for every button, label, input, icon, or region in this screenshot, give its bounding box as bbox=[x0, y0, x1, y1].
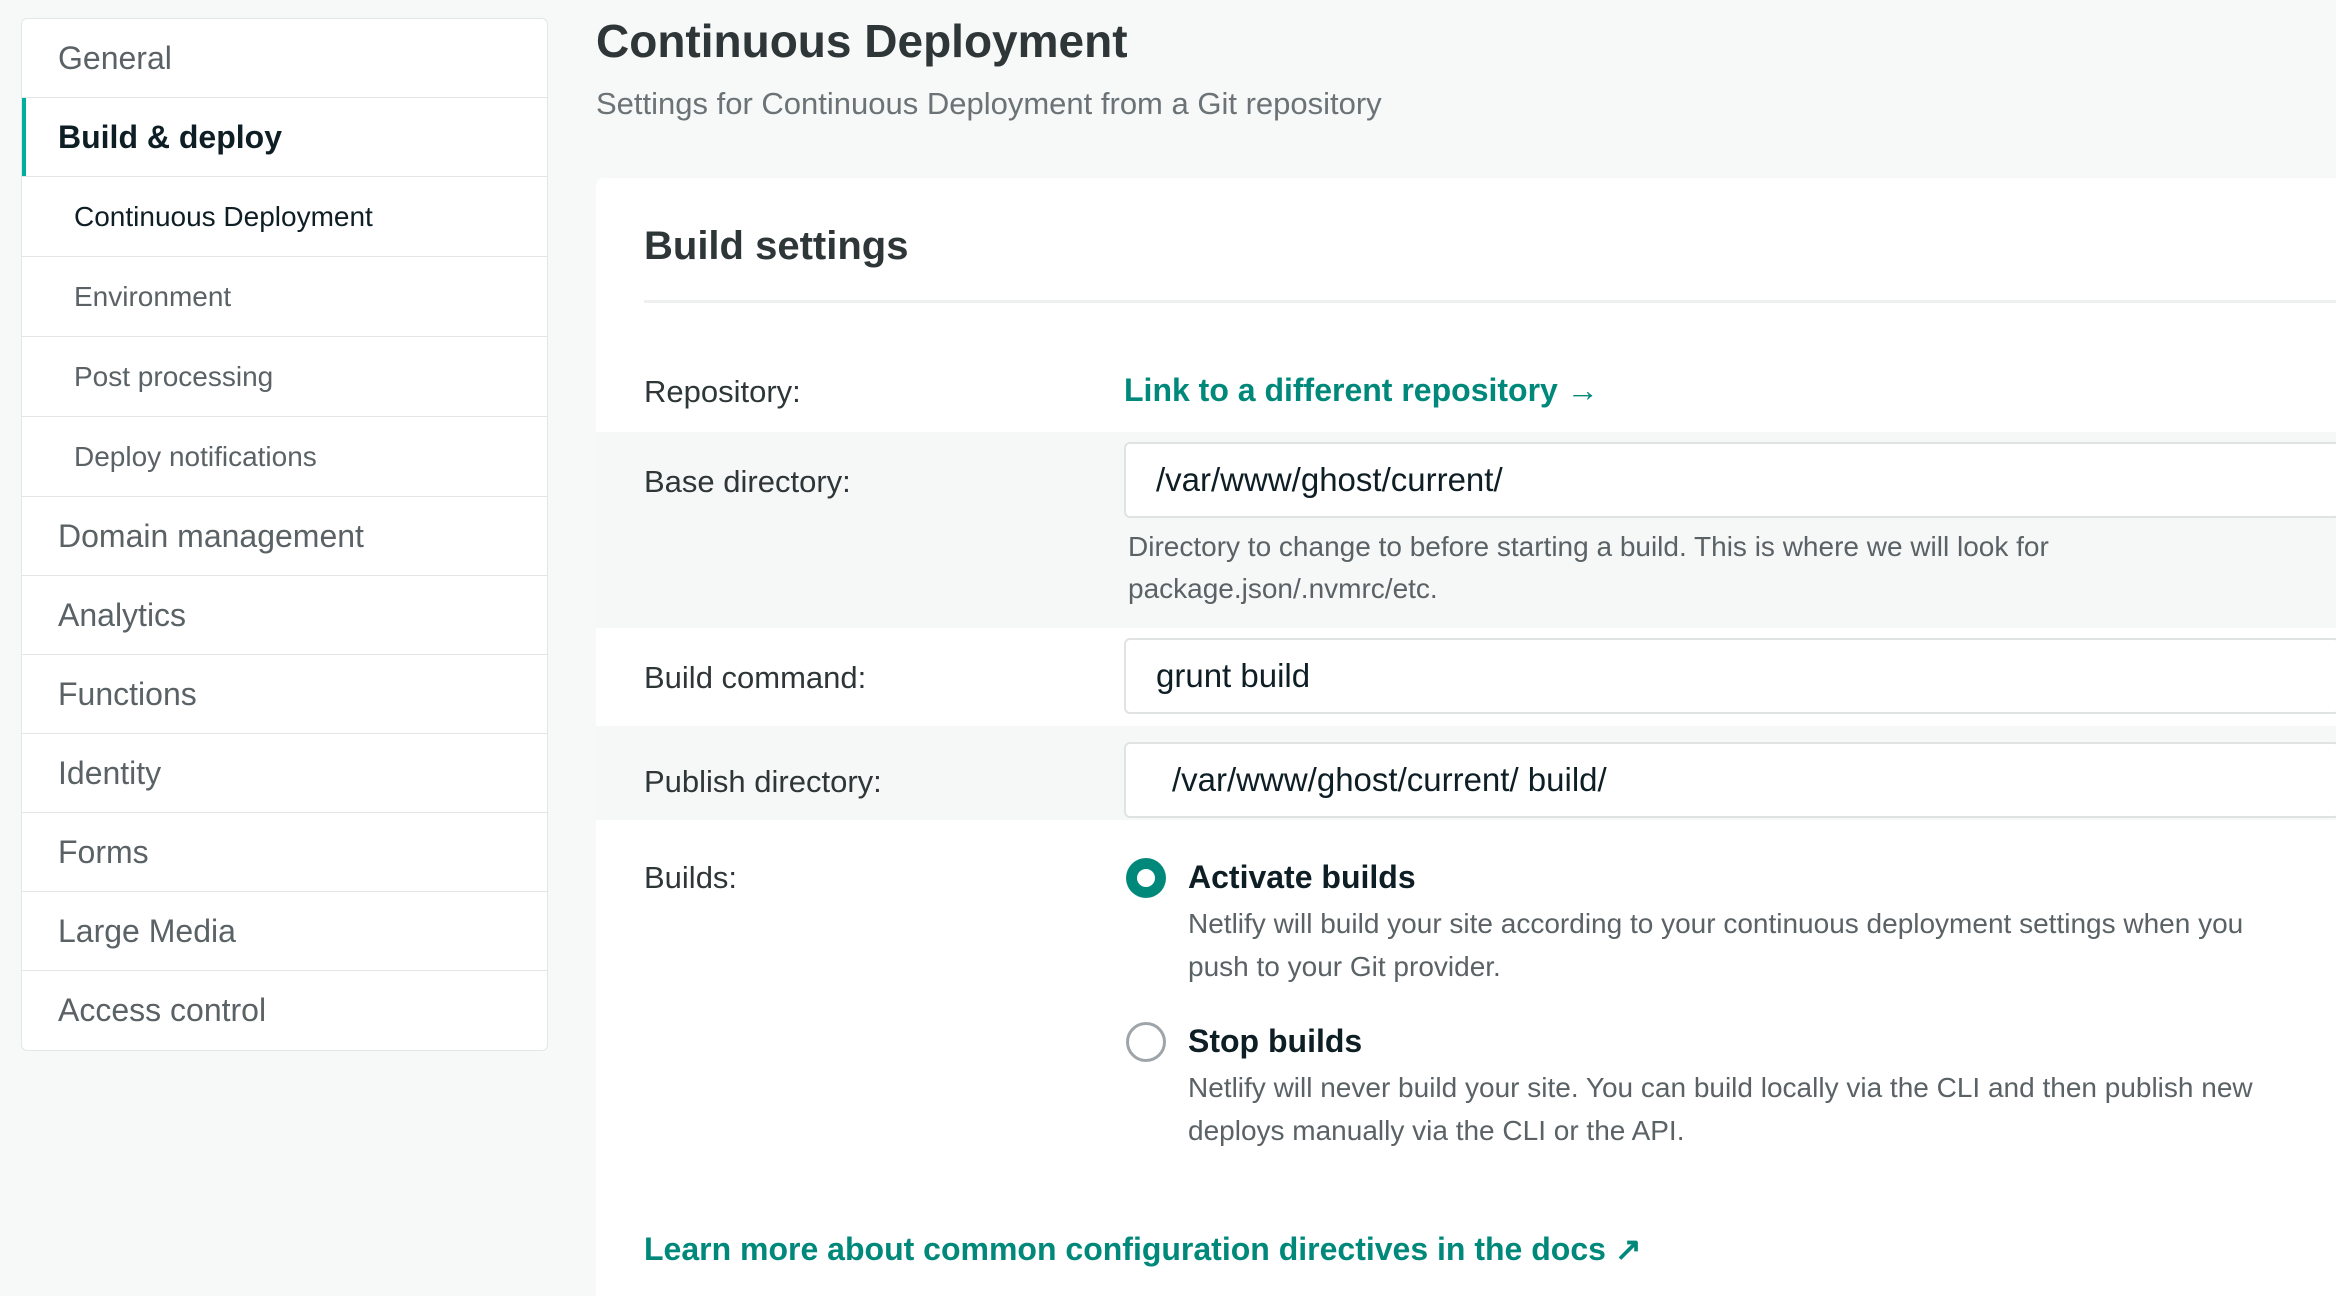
build-command-label: Build command: bbox=[644, 660, 867, 695]
activate-builds-radio[interactable] bbox=[1126, 858, 1166, 898]
activate-builds-title[interactable]: Activate builds bbox=[1188, 859, 1416, 896]
sidebar-subitem-post-processing[interactable]: Post processing bbox=[22, 337, 547, 417]
card-title: Build settings bbox=[644, 224, 909, 268]
sidebar-item-domain-management[interactable]: Domain management bbox=[22, 497, 547, 576]
page-subtitle: Settings for Continuous Deployment from … bbox=[596, 86, 1382, 121]
sidebar-item-general[interactable]: General bbox=[22, 19, 547, 98]
base-directory-input[interactable]: /var/www/ghost/current/ bbox=[1124, 442, 2336, 518]
build-settings-card: Build settings Repository: Link to a dif… bbox=[596, 178, 2336, 1296]
stop-builds-radio[interactable] bbox=[1126, 1022, 1166, 1062]
activate-builds-desc-line1: Netlify will build your site according t… bbox=[1188, 908, 2244, 939]
publish-directory-input[interactable]: /var/www/ghost/current/ build/ bbox=[1124, 742, 2336, 818]
sidebar-subitem-continuous-deployment[interactable]: Continuous Deployment bbox=[22, 177, 547, 257]
settings-sidebar: General Build & deploy Continuous Deploy… bbox=[21, 18, 548, 1051]
card-divider bbox=[644, 300, 2336, 303]
base-directory-help-line2: package.json/.nvmrc/etc. bbox=[1128, 573, 1438, 604]
builds-label: Builds: bbox=[644, 860, 738, 895]
sidebar-item-analytics[interactable]: Analytics bbox=[22, 576, 547, 655]
sidebar-item-identity[interactable]: Identity bbox=[22, 734, 547, 813]
sidebar-item-forms[interactable]: Forms bbox=[22, 813, 547, 892]
stop-builds-desc-line1: Netlify will never build your site. You … bbox=[1188, 1072, 2253, 1103]
sidebar-item-large-media[interactable]: Large Media bbox=[22, 892, 547, 971]
build-command-input[interactable]: grunt build bbox=[1124, 638, 2336, 714]
base-directory-help-line1: Directory to change to before starting a… bbox=[1128, 531, 2049, 562]
publish-directory-label: Publish directory: bbox=[644, 764, 882, 799]
page-title: Continuous Deployment bbox=[596, 15, 1128, 67]
stop-builds-desc-line2: deploys manually via the CLI or the API. bbox=[1188, 1115, 1685, 1146]
stop-builds-title[interactable]: Stop builds bbox=[1188, 1023, 1362, 1060]
sidebar-subitem-deploy-notifications[interactable]: Deploy notifications bbox=[22, 417, 547, 497]
sidebar-item-functions[interactable]: Functions bbox=[22, 655, 547, 734]
activate-builds-desc-line2: push to your Git provider. bbox=[1188, 951, 1501, 982]
base-directory-label: Base directory: bbox=[644, 464, 851, 499]
link-different-repository[interactable]: Link to a different repository → bbox=[1124, 372, 1599, 409]
docs-link[interactable]: Learn more about common configuration di… bbox=[644, 1230, 1642, 1268]
sidebar-item-build-deploy[interactable]: Build & deploy bbox=[22, 98, 547, 177]
sidebar-item-access-control[interactable]: Access control bbox=[22, 971, 547, 1050]
sidebar-subitem-environment[interactable]: Environment bbox=[22, 257, 547, 337]
repository-label: Repository: bbox=[644, 374, 801, 409]
